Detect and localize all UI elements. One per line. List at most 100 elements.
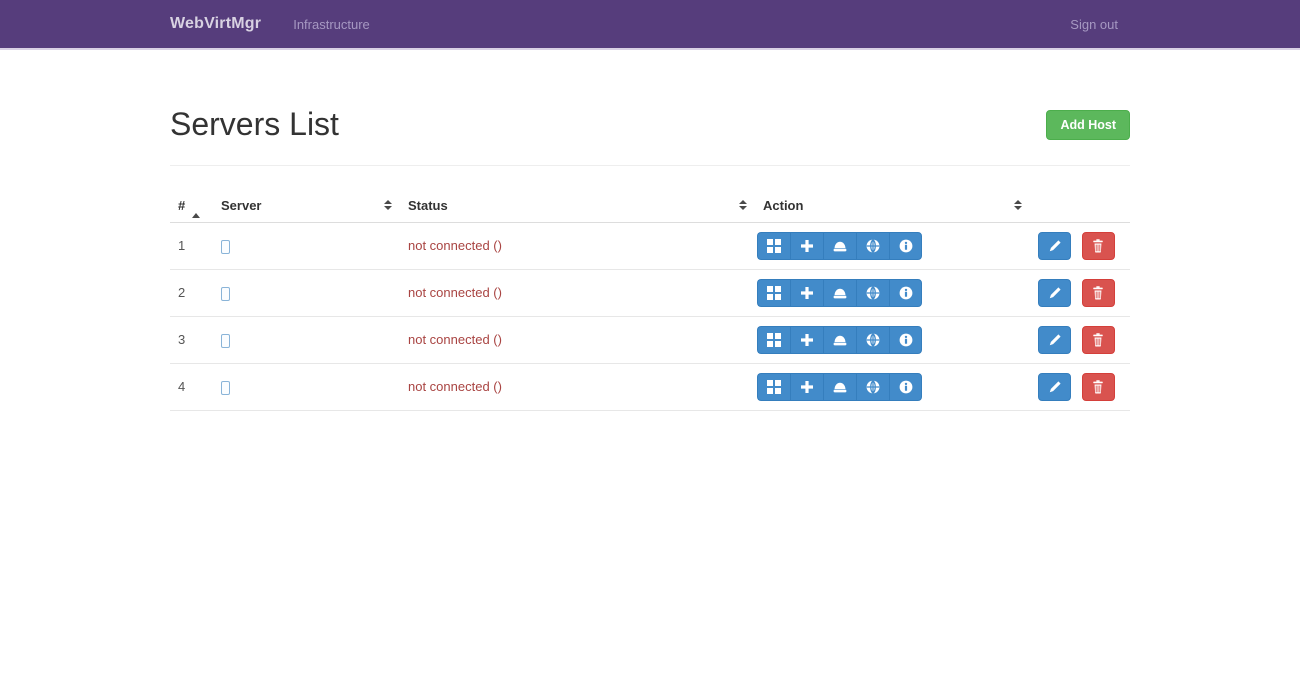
column-header-label: Action bbox=[763, 197, 804, 213]
server-link[interactable] bbox=[221, 332, 230, 348]
hdd-icon bbox=[832, 380, 848, 394]
network-globe-button[interactable] bbox=[856, 231, 889, 260]
network-globe-button[interactable] bbox=[856, 372, 889, 401]
host-action-button-group bbox=[757, 372, 922, 401]
trash-icon bbox=[1091, 332, 1105, 347]
server-link[interactable] bbox=[221, 379, 230, 395]
status-text: not connected () bbox=[408, 332, 502, 348]
plus-icon bbox=[800, 286, 814, 300]
edit-host-button[interactable] bbox=[1038, 372, 1071, 401]
overview-button[interactable] bbox=[757, 325, 790, 354]
pencil-icon bbox=[1048, 239, 1062, 253]
edit-host-button[interactable] bbox=[1038, 278, 1071, 307]
network-globe-button[interactable] bbox=[856, 325, 889, 354]
sort-asc-icon bbox=[192, 197, 201, 218]
sort-icon bbox=[384, 200, 392, 211]
storage-button[interactable] bbox=[823, 325, 856, 354]
info-icon bbox=[899, 380, 913, 394]
storage-button[interactable] bbox=[823, 278, 856, 307]
sort-icon bbox=[739, 200, 747, 211]
globe-icon bbox=[866, 286, 880, 300]
delete-host-button[interactable] bbox=[1081, 325, 1115, 354]
trash-icon bbox=[1091, 379, 1105, 394]
th-large-icon bbox=[767, 332, 781, 347]
column-header-server[interactable]: Server bbox=[213, 188, 400, 223]
column-header-action[interactable]: Action bbox=[755, 188, 1030, 223]
pencil-icon bbox=[1048, 380, 1062, 394]
column-header-label: Status bbox=[408, 197, 448, 213]
navbar: WebVirtMgr Infrastructure Sign out bbox=[0, 0, 1300, 50]
th-large-icon bbox=[767, 379, 781, 394]
overview-button[interactable] bbox=[757, 278, 790, 307]
brand-link[interactable]: WebVirtMgr bbox=[170, 15, 261, 33]
status-text: not connected () bbox=[408, 379, 502, 395]
pencil-icon bbox=[1048, 333, 1062, 347]
servers-table: # Server Status Action 1 not connected (… bbox=[170, 188, 1130, 411]
info-icon bbox=[899, 239, 913, 253]
overview-button[interactable] bbox=[757, 231, 790, 260]
globe-icon bbox=[866, 333, 880, 347]
edit-host-button[interactable] bbox=[1038, 325, 1071, 354]
column-header-extra bbox=[1030, 188, 1130, 223]
th-large-icon bbox=[767, 238, 781, 253]
server-link[interactable] bbox=[221, 238, 230, 254]
table-row: 1 not connected () bbox=[170, 222, 1130, 270]
host-info-button[interactable] bbox=[889, 231, 922, 260]
host-action-button-group bbox=[757, 278, 922, 307]
delete-host-button[interactable] bbox=[1081, 372, 1115, 401]
new-instance-button[interactable] bbox=[790, 325, 823, 354]
status-text: not connected () bbox=[408, 238, 502, 254]
new-instance-button[interactable] bbox=[790, 372, 823, 401]
column-header-number[interactable]: # bbox=[170, 188, 213, 223]
globe-icon bbox=[866, 239, 880, 253]
page-header: Servers List Add Host bbox=[170, 106, 1130, 166]
row-number: 1 bbox=[170, 222, 213, 270]
add-host-button[interactable]: Add Host bbox=[1046, 110, 1130, 140]
host-info-button[interactable] bbox=[889, 325, 922, 354]
page-title: Servers List bbox=[170, 106, 339, 142]
column-header-label: Server bbox=[221, 197, 262, 213]
delete-host-button[interactable] bbox=[1081, 231, 1115, 260]
missing-glyph-box bbox=[221, 333, 230, 348]
edit-host-button[interactable] bbox=[1038, 231, 1071, 260]
sort-icon bbox=[1014, 200, 1022, 211]
host-info-button[interactable] bbox=[889, 372, 922, 401]
main-content: Servers List Add Host # Server Status Ac… bbox=[170, 106, 1130, 411]
row-number: 2 bbox=[170, 269, 213, 317]
hdd-icon bbox=[832, 239, 848, 253]
globe-icon bbox=[866, 380, 880, 394]
table-row: 2 not connected () bbox=[170, 269, 1130, 317]
row-number: 3 bbox=[170, 316, 213, 364]
plus-icon bbox=[800, 333, 814, 347]
trash-icon bbox=[1091, 238, 1105, 253]
status-text: not connected () bbox=[408, 285, 502, 301]
host-action-button-group bbox=[757, 325, 922, 354]
new-instance-button[interactable] bbox=[790, 278, 823, 307]
missing-glyph-box bbox=[221, 286, 230, 301]
column-header-status[interactable]: Status bbox=[400, 188, 755, 223]
th-large-icon bbox=[767, 285, 781, 300]
storage-button[interactable] bbox=[823, 372, 856, 401]
missing-glyph-box bbox=[221, 380, 230, 395]
overview-button[interactable] bbox=[757, 372, 790, 401]
info-icon bbox=[899, 286, 913, 300]
sign-out-link[interactable]: Sign out bbox=[1070, 17, 1130, 32]
table-header-row: # Server Status Action bbox=[170, 188, 1130, 223]
plus-icon bbox=[800, 239, 814, 253]
hdd-icon bbox=[832, 333, 848, 347]
hdd-icon bbox=[832, 286, 848, 300]
server-link[interactable] bbox=[221, 285, 230, 301]
storage-button[interactable] bbox=[823, 231, 856, 260]
network-globe-button[interactable] bbox=[856, 278, 889, 307]
missing-glyph-box bbox=[221, 239, 230, 254]
new-instance-button[interactable] bbox=[790, 231, 823, 260]
host-action-button-group bbox=[757, 231, 922, 260]
table-row: 4 not connected () bbox=[170, 363, 1130, 411]
pencil-icon bbox=[1048, 286, 1062, 300]
delete-host-button[interactable] bbox=[1081, 278, 1115, 307]
trash-icon bbox=[1091, 285, 1105, 300]
nav-item-infrastructure[interactable]: Infrastructure bbox=[293, 17, 370, 32]
table-row: 3 not connected () bbox=[170, 316, 1130, 364]
host-info-button[interactable] bbox=[889, 278, 922, 307]
column-header-label: # bbox=[178, 197, 186, 213]
